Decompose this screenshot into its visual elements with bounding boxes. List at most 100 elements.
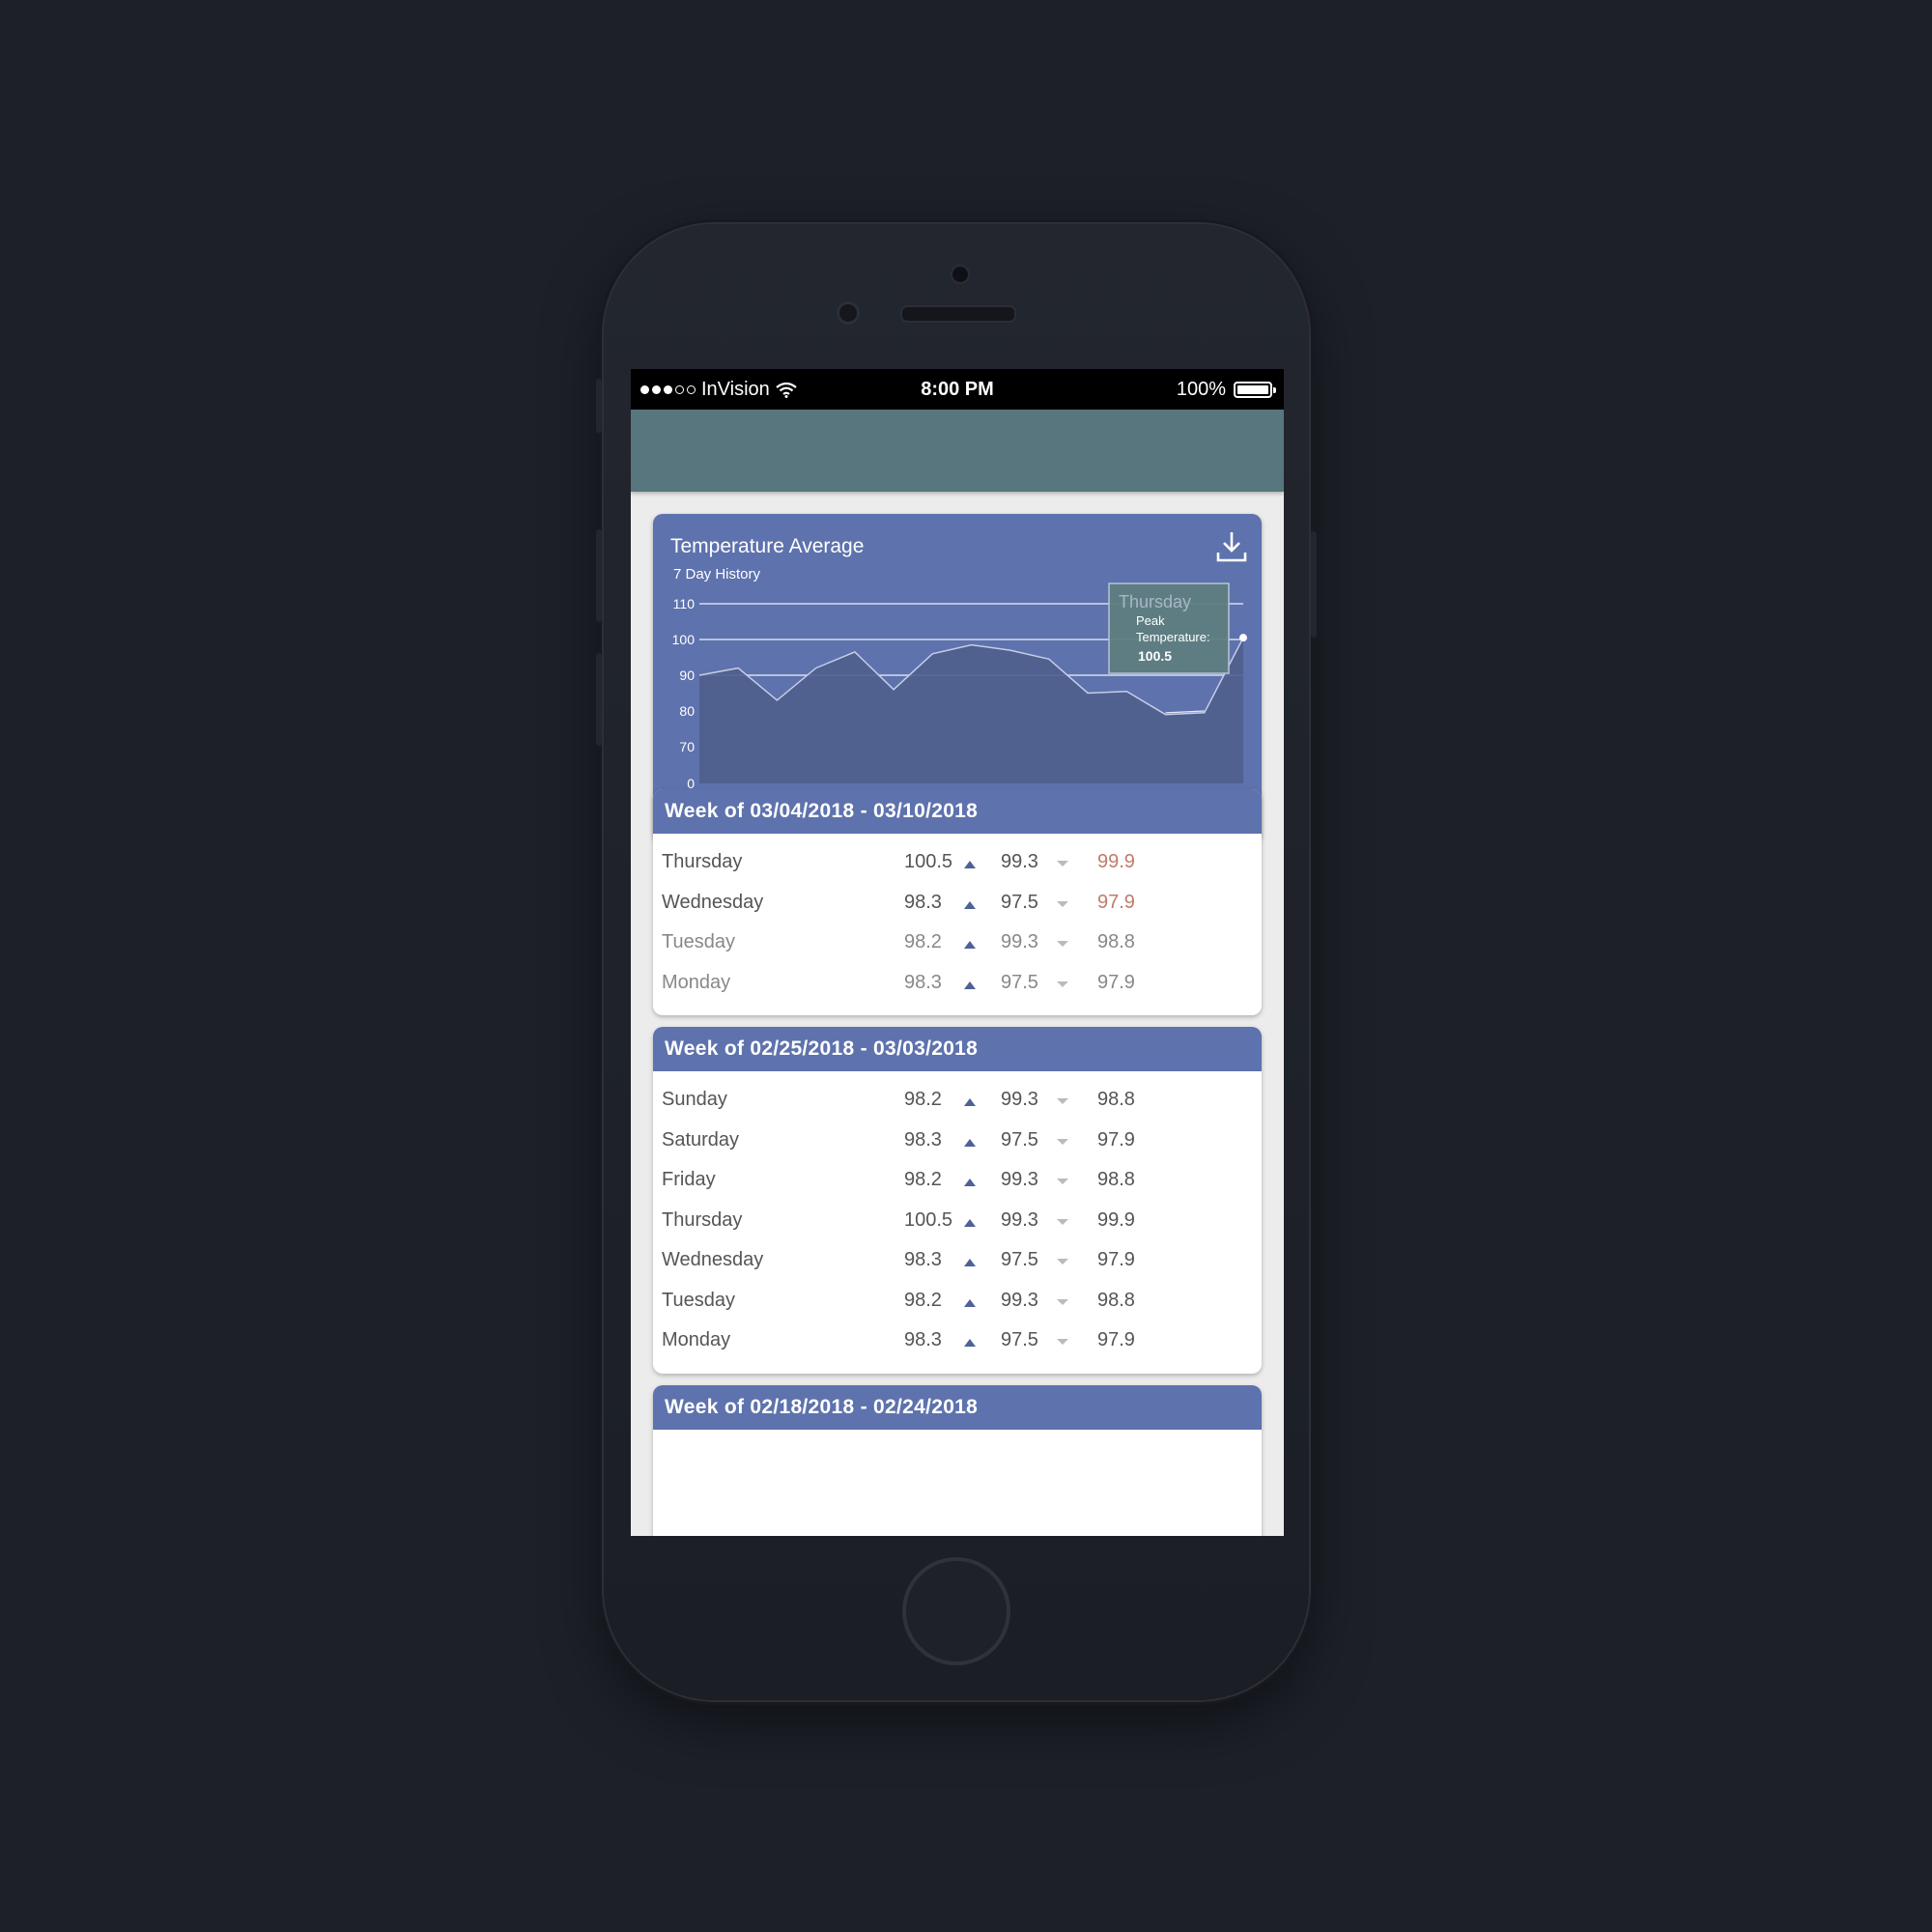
day-row[interactable]: Saturday 98.3 97.5 97.9 [653,1120,1262,1160]
low-temp: 99.3 [1001,1169,1038,1190]
tooltip-label: Temperature: [1136,630,1210,644]
front-camera [951,265,970,284]
week-header[interactable]: Week of 02/25/2018 - 03/03/2018 [653,1027,1262,1071]
day-name: Wednesday [662,1249,764,1270]
week-rows: Thursday 100.5 99.3 99.9 Wednesday 98.3 97.5 97… [653,834,1262,1015]
day-row[interactable]: Wednesday 98.3 97.5 97.9 [653,882,1262,923]
low-temp: 99.3 [1001,851,1038,872]
caret-down-icon [1057,1298,1068,1305]
caret-down-icon [1057,900,1068,907]
low-temp: 99.3 [1001,1289,1038,1311]
average-temp: 97.9 [1097,891,1135,913]
y-tick-label: 110 [673,596,696,611]
day-row[interactable]: Tuesday 98.2 99.3 98.8 [653,1280,1262,1321]
week-card[interactable]: Week of 03/04/2018 - 03/10/2018 Thursday 1… [653,789,1262,1015]
caret-up-icon [964,1259,976,1266]
caret-up-icon [964,1339,976,1347]
caret-up-icon [964,900,976,909]
average-temp: 98.8 [1097,931,1135,952]
proximity-sensor [837,301,860,325]
average-temp: 97.9 [1097,1329,1135,1350]
caret-up-icon [964,1138,976,1147]
average-temp: 99.9 [1097,1208,1135,1231]
caret-down-icon [1057,1179,1068,1184]
average-temp: 98.8 [1097,1289,1135,1311]
volume-down-button [596,653,602,746]
caret-up-icon [964,861,976,868]
average-temp: 97.9 [1097,971,1135,993]
battery-icon [1234,382,1276,398]
y-tick-label: 100 [672,632,696,647]
low-temp: 97.5 [1001,1128,1038,1151]
day-name: Monday [662,971,731,993]
caret-down-icon [1057,1098,1068,1104]
high-temp: 98.2 [904,1169,942,1190]
day-row[interactable]: Thursday 100.5 99.3 99.9 [653,841,1262,882]
high-temp: 98.2 [904,931,942,952]
chart-title: Temperature Average [670,535,865,557]
caret-down-icon [1057,1339,1068,1345]
home-button[interactable] [902,1557,1010,1665]
day-name: Friday [662,1169,716,1190]
high-temp: 100.5 [904,1208,953,1231]
high-temp: 98.2 [904,1289,942,1311]
high-temp: 98.3 [904,1128,942,1151]
app-bar [631,410,1284,492]
caret-down-icon [1057,1218,1068,1225]
average-temp: 99.9 [1097,851,1135,872]
day-name: Thursday [662,1208,743,1231]
high-temp: 98.3 [904,1249,942,1270]
week-card[interactable]: Week of 02/18/2018 - 02/24/2018 [653,1385,1262,1536]
day-name: Monday [662,1329,731,1350]
week-header[interactable]: Week of 03/04/2018 - 03/10/2018 [653,789,1262,834]
tooltip-day: Thursday [1119,592,1191,611]
day-name: Saturday [662,1128,740,1151]
average-temp: 98.8 [1097,1089,1135,1110]
day-name: Sunday [662,1089,727,1110]
day-name: Tuesday [662,931,735,952]
day-row[interactable]: Friday 98.2 99.3 98.8 [653,1159,1262,1200]
day-row[interactable]: Monday 98.3 97.5 97.9 [653,962,1262,1003]
average-temp: 97.9 [1097,1249,1135,1270]
high-temp: 98.3 [904,891,942,913]
phone-screen: InVision 8:00 PM 100% 1101009080700FriSa… [631,369,1284,1536]
high-temp: 100.5 [904,851,953,872]
download-icon[interactable] [1215,529,1248,564]
caret-up-icon [964,1218,976,1227]
day-row[interactable]: Sunday 98.2 99.3 98.8 [653,1079,1262,1120]
low-temp: 99.3 [1001,1089,1038,1110]
earpiece-speaker [900,305,1016,323]
low-temp: 97.5 [1001,1249,1038,1270]
high-temp: 98.3 [904,1329,942,1350]
volume-up-button [596,529,602,622]
caret-down-icon [1057,1138,1068,1145]
caret-up-icon [964,980,976,989]
caret-down-icon [1057,941,1068,947]
average-temp: 98.8 [1097,1169,1135,1190]
day-row[interactable]: Monday 98.3 97.5 97.9 [653,1320,1262,1360]
week-rows: Sunday 98.2 99.3 98.8 Saturday 98.3 97.5 97.9 Fr… [653,1071,1262,1374]
caret-up-icon [964,1298,976,1307]
day-name: Thursday [662,851,743,872]
day-name: Wednesday [662,891,764,913]
week-card[interactable]: Week of 02/25/2018 - 03/03/2018 Sunday 98.… [653,1027,1262,1374]
caret-up-icon [964,1098,976,1106]
average-temp: 97.9 [1097,1128,1135,1151]
app-content[interactable]: 1101009080700FriSatSunMonTueWedThuThursd… [631,410,1284,1536]
y-tick-label: 80 [679,703,695,719]
day-row[interactable]: Wednesday 98.3 97.5 97.9 [653,1239,1262,1280]
low-temp: 97.5 [1001,1329,1038,1350]
high-temp: 98.3 [904,971,942,993]
day-row[interactable]: Tuesday 98.2 99.3 98.8 [653,922,1262,962]
low-temp: 99.3 [1001,1208,1038,1231]
caret-down-icon [1057,1259,1068,1264]
battery-percent: 100% [1176,379,1226,400]
y-tick-label: 70 [679,739,695,754]
low-temp: 97.5 [1001,971,1038,993]
tooltip-value: 100.5 [1138,648,1172,664]
low-temp: 97.5 [1001,891,1038,913]
day-row[interactable]: Thursday 100.5 99.3 99.9 [653,1200,1262,1240]
chart-subtitle: 7 Day History [673,566,761,582]
tooltip-label: Peak [1136,613,1165,628]
week-header[interactable]: Week of 02/18/2018 - 02/24/2018 [653,1385,1262,1430]
